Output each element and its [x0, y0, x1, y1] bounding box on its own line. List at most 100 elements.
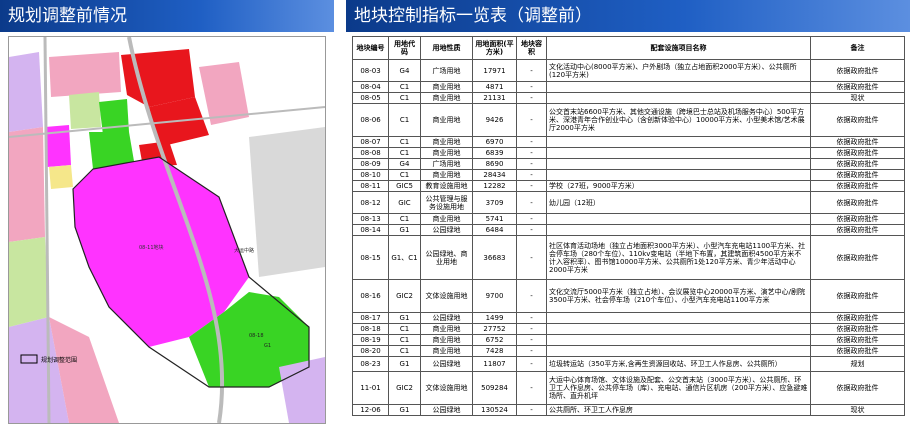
table-row: 08-17 G1 公园绿地 1499- 依据政府批件 [352, 312, 905, 324]
table-cell [546, 345, 811, 357]
table-cell: 依据政府批件 [810, 334, 905, 346]
table-cell: 08-17 [352, 312, 389, 324]
table-cell: C1 [388, 213, 421, 225]
table-cell: 依据政府批件 [810, 158, 905, 170]
table-cell: 130524 [472, 404, 517, 416]
table-cell: 08-03 [352, 59, 389, 82]
table-body: 08-03 G4 广场用地 17971- 文化活动中心(8000平方米)、户外剧场（独立… [352, 59, 905, 416]
map-label-road: 大运中路 [234, 247, 254, 254]
map-label-green: 08-18 [249, 333, 264, 339]
table-cell: 3709 [472, 191, 517, 214]
table-cell: GIC5 [388, 180, 421, 192]
map-parcel-lightgreen-left [9, 237, 49, 327]
map-parcel-green-small-1 [69, 92, 101, 129]
table-row: 08-07 C1 商业用地 6970- 依据政府批件 [352, 136, 905, 148]
table-cell [546, 81, 811, 93]
table-cell: 商业用地 [420, 345, 473, 357]
table-cell: 08-10 [352, 169, 389, 181]
table-cell: 4871 [472, 81, 517, 93]
table-cell: 7428 [472, 345, 517, 357]
table-cell: 依据政府批件 [810, 180, 905, 192]
table-cell: - [516, 147, 547, 159]
table-cell: 08-23 [352, 356, 389, 372]
table-cell: - [516, 235, 547, 280]
table-cell: 08-07 [352, 136, 389, 148]
table-cell: - [516, 279, 547, 313]
map-parcel-pink-top [49, 52, 121, 97]
table-cell [546, 334, 811, 346]
table-cell: 27752 [472, 323, 517, 335]
table-cell: 9700 [472, 279, 517, 313]
table-cell: - [516, 404, 547, 416]
table-cell: 6752 [472, 334, 517, 346]
control-index-table: 地块编号 用地代码 用地性质 用地面积(平方米) 地块容积 配套设施项目名称 备注 08-0… [352, 36, 905, 416]
map-parcel-grey [249, 127, 325, 277]
table-row: 08-10 C1 商业用地 28434- 依据政府批件 [352, 169, 905, 181]
table-row: 08-03 G4 广场用地 17971- 文化活动中心(8000平方米)、户外剧场（独立… [352, 59, 905, 82]
table-cell: - [516, 59, 547, 82]
table-cell: C1 [388, 345, 421, 357]
table-cell: 28434 [472, 169, 517, 181]
planning-map: 规划调整范围 08-11地块 大运中路 08-18 G1 [8, 36, 326, 424]
table-cell: GIC [388, 191, 421, 214]
table-cell: 依据政府批件 [810, 191, 905, 214]
table-cell: 商业用地 [420, 136, 473, 148]
table-cell: G1、C1 [388, 235, 421, 280]
table-cell [546, 92, 811, 104]
table-cell: 依据政府批件 [810, 169, 905, 181]
table-cell [546, 158, 811, 170]
table-cell: - [516, 224, 547, 236]
table-cell: - [516, 169, 547, 181]
table-cell: 文化交流厅5000平方米（独立占地）、会议展览中心20000平方米、演艺中心/剧… [546, 279, 811, 313]
table-row: 08-04 C1 商业用地 4871- 依据政府批件 [352, 81, 905, 93]
table-cell: C1 [388, 81, 421, 93]
table-cell: - [516, 213, 547, 225]
map-parcel-pink-left [9, 127, 45, 242]
right-panel-title: 地块控制指标一览表（调整前） [346, 0, 910, 32]
table-cell [546, 136, 811, 148]
table-row: 08-15 G1、C1 公园绿地、商业用地 36683- 社区体育活动场地（独立占地面积… [352, 235, 905, 280]
table-row: 08-18 C1 商业用地 27752- 依据政府批件 [352, 323, 905, 335]
table-cell: 12-06 [352, 404, 389, 416]
table-cell: 依据政府批件 [810, 213, 905, 225]
table-cell: 社区体育活动场地（独立占地面积3000平方米）、小型汽车充电站1100平方米、社… [546, 235, 811, 280]
table-cell: GIC2 [388, 279, 421, 313]
table-cell: C1 [388, 136, 421, 148]
map-canvas: 规划调整范围 08-11地块 大运中路 08-18 G1 [9, 37, 325, 423]
table-cell: 公园绿地 [420, 404, 473, 416]
table-cell [546, 323, 811, 335]
map-label-magenta: 08-11地块 [139, 244, 164, 251]
table-cell: 商业用地 [420, 213, 473, 225]
table-row: 12-06 G1 公园绿地 130524- 公共厕所、环卫工人作息房 现状 [352, 404, 905, 416]
table-cell: 商业用地 [420, 334, 473, 346]
table-cell [546, 224, 811, 236]
table-cell [546, 147, 811, 159]
column-header: 用地面积(平方米) [472, 36, 517, 60]
table-cell: C1 [388, 147, 421, 159]
table-cell: 08-15 [352, 235, 389, 280]
table-cell: - [516, 180, 547, 192]
map-parcel-yellow [49, 165, 73, 189]
table-cell: 08-13 [352, 213, 389, 225]
table-cell: G1 [388, 312, 421, 324]
table-row: 08-08 C1 商业用地 6839- 依据政府批件 [352, 147, 905, 159]
table-cell: 公交首末站6600平方米、其他交通设施（跨境巴士总站及机场服务中心）500平方米… [546, 103, 811, 137]
table-cell: C1 [388, 103, 421, 137]
table-cell: C1 [388, 92, 421, 104]
table-cell: 公园绿地 [420, 312, 473, 324]
table-row: 08-16 GIC2 文体设施用地 9700- 文化交流厅5000平方米（独立占地）、会… [352, 279, 905, 313]
table-cell: 12282 [472, 180, 517, 192]
table-cell: 依据政府批件 [810, 279, 905, 313]
table-cell: 公园绿地、商业用地 [420, 235, 473, 280]
control-index-table-wrapper: 地块编号 用地代码 用地性质 用地面积(平方米) 地块容积 配套设施项目名称 备注 08-0… [352, 36, 905, 416]
table-cell: - [516, 158, 547, 170]
table-cell: GIC2 [388, 371, 421, 405]
table-cell: C1 [388, 169, 421, 181]
table-cell: 商业用地 [420, 103, 473, 137]
table-cell: 08-19 [352, 334, 389, 346]
table-cell: 36683 [472, 235, 517, 280]
table-cell: 规划 [810, 356, 905, 372]
table-cell: 依据政府批件 [810, 147, 905, 159]
table-cell: 现状 [810, 404, 905, 416]
table-cell: - [516, 334, 547, 346]
